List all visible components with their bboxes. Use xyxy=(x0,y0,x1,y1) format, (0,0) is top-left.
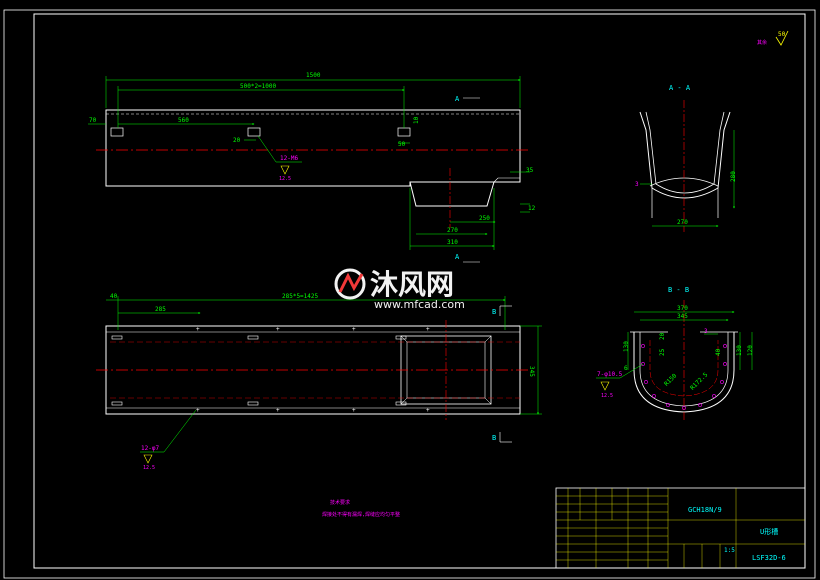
bb-small-dim-1: 20 xyxy=(659,332,666,340)
svg-text:+: + xyxy=(426,407,430,414)
top-body-outline xyxy=(105,109,521,187)
bb-height-right: 130 xyxy=(736,345,743,356)
top-hole-note: 12-M6 xyxy=(280,155,298,162)
svg-text:+: + xyxy=(276,326,280,333)
top-outlet xyxy=(409,181,495,207)
dim-flange-height: 10 xyxy=(413,116,420,124)
plan-first-pitch: 285 xyxy=(155,306,166,313)
aa-thickness: 3 xyxy=(635,181,639,188)
hole xyxy=(110,127,124,137)
top-hole-rough: 12.5 xyxy=(279,176,291,182)
section-bb-title: B - B xyxy=(668,286,689,294)
drawing-canvas: 其余 50 1500 500*2=1000 70 560 20 10 50 35… xyxy=(3,9,816,579)
section-aa-title: A - A xyxy=(669,84,691,92)
dim-overall: 1500 xyxy=(306,72,321,79)
section-aa-inner xyxy=(645,111,725,194)
roughness-symbol: 其余 50 xyxy=(757,30,789,46)
svg-text:其余: 其余 xyxy=(757,39,767,46)
notes-line: 焊接处不得有漏焊,焊缝应均匀平整 xyxy=(322,511,400,518)
plan-hole-note: 12-φ7 xyxy=(141,445,159,452)
bb-height-left: 130 xyxy=(623,341,630,352)
bb-radius-inner: R150 xyxy=(663,372,678,387)
view-top: 1500 500*2=1000 70 560 20 10 50 35 12 25… xyxy=(88,72,536,263)
dim-outlet-inner: 250 xyxy=(479,215,490,222)
svg-text:+: + xyxy=(196,407,200,414)
plan-hole-rough: 12.5 xyxy=(143,465,155,471)
dim-hole-gap: 20 xyxy=(233,137,241,144)
dim-hole-width: 50 xyxy=(398,141,406,148)
bb-flange-note: 7-φ10.5 xyxy=(597,371,623,378)
bb-height-outer: 120 xyxy=(747,345,754,356)
bb-thickness: 3 xyxy=(704,328,708,335)
scale: 1:5 xyxy=(724,547,735,554)
bb-outer-width: 370 xyxy=(677,305,688,312)
marker-a-bottom: A xyxy=(455,253,460,261)
dim-pitch: 500*2=1000 xyxy=(240,83,277,90)
bb-flange-rough: 12.5 xyxy=(601,393,613,399)
dim-outlet-drop: 12 xyxy=(528,205,536,212)
aa-width: 270 xyxy=(677,219,688,226)
part-name: U形槽 xyxy=(760,527,778,536)
dim-right-step: 35 xyxy=(526,167,534,174)
plan-pitch-total: 285*5=1425 xyxy=(282,293,319,300)
hole xyxy=(247,127,261,137)
marker-a-top: A xyxy=(455,95,460,103)
marker-b-top: B xyxy=(492,308,496,316)
dim-outlet-bottom: 270 xyxy=(447,227,458,234)
svg-text:+: + xyxy=(352,407,356,414)
bb-small-dim-4: 6 xyxy=(624,365,628,372)
view-plan: + + + + + + + + 40 285*5=1425 285 345 12… xyxy=(96,293,542,471)
dim-offset-left: 70 xyxy=(89,117,97,124)
watermark-logo-icon xyxy=(334,268,366,300)
svg-text:+: + xyxy=(352,326,356,333)
section-bb: B - B 370 345 3 130 130 120 20 40 25 6 R… xyxy=(596,286,754,420)
dim-outlet-top: 310 xyxy=(447,239,458,246)
hole xyxy=(397,127,411,137)
svg-text:+: + xyxy=(196,326,200,333)
svg-text:+: + xyxy=(276,407,280,414)
section-aa: A - A 270 280 3 xyxy=(635,84,737,232)
watermark-brand: 沐风网 xyxy=(370,268,454,301)
svg-text:+: + xyxy=(426,326,430,333)
part-code: GCH18N/9 xyxy=(688,506,722,514)
technical-notes: 技术要求 焊接处不得有漏焊,焊缝应均匀平整 xyxy=(322,499,400,518)
watermark: 沐风网 www.mfcad.com xyxy=(334,268,465,311)
aa-depth: 280 xyxy=(730,171,737,182)
bb-radius-outer: R172.5 xyxy=(689,371,710,392)
notes-title: 技术要求 xyxy=(330,499,350,506)
dim-first-hole: 560 xyxy=(178,117,189,124)
marker-b-bottom: B xyxy=(492,434,496,442)
plan-left-offset: 40 xyxy=(110,293,118,300)
bb-small-dim-3: 25 xyxy=(659,348,666,356)
roughness-value: 50 xyxy=(778,31,786,38)
watermark-url: www.mfcad.com xyxy=(374,298,465,311)
plan-width: 345 xyxy=(528,366,535,377)
drawing-number: LSF32D-6 xyxy=(752,554,786,562)
bb-small-dim-2: 40 xyxy=(715,348,722,356)
title-block: GCH18N/9 U形槽 1:5 LSF32D-6 xyxy=(555,487,806,569)
bb-inner-width: 345 xyxy=(677,313,688,320)
